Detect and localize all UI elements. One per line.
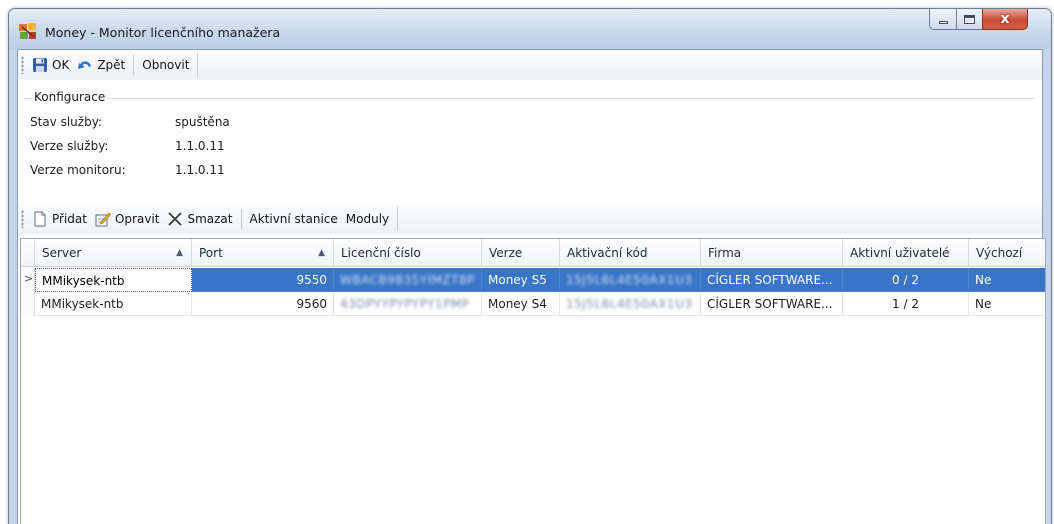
group-divider xyxy=(24,98,1034,99)
column-header-port[interactable]: Port ▲ xyxy=(192,239,334,267)
window-title: Money - Monitor licenčního manažera xyxy=(45,25,281,40)
cell-default[interactable]: Ne xyxy=(969,292,1045,316)
service-status-value: spuštěna xyxy=(175,115,230,129)
row-selector[interactable] xyxy=(21,292,35,316)
column-header-active-users[interactable]: Aktivní uživatelé xyxy=(843,239,969,267)
sort-asc-icon: ▲ xyxy=(176,248,183,258)
delete-label: Smazat xyxy=(187,212,233,226)
edit-icon xyxy=(95,212,111,227)
row-selector[interactable]: > xyxy=(21,268,35,292)
toolbar-end xyxy=(197,53,199,77)
toolbar-separator xyxy=(133,55,135,75)
grid-header: Server ▲ Port ▲ Licenční číslo Verze Akt… xyxy=(21,239,1045,267)
cell-activation[interactable]: 15J5L6L4E50AX1U3 xyxy=(560,268,701,292)
cell-company[interactable]: CÍGLER SOFTWARE... xyxy=(701,292,843,316)
active-stations-label: Aktivní stanice xyxy=(249,212,338,226)
refresh-label: Obnovit xyxy=(142,58,190,72)
table-row[interactable]: > MMikysek-ntb 9550 WBACB9835YIMZT8P Mon… xyxy=(21,268,1045,292)
cell-company[interactable]: CÍGLER SOFTWARE... xyxy=(701,268,843,292)
cell-version[interactable]: Money S4 xyxy=(482,292,560,316)
title-bar[interactable]: Money - Monitor licenčního manažera x xyxy=(9,9,1051,49)
delete-button[interactable]: Smazat xyxy=(163,208,236,230)
edit-label: Opravit xyxy=(114,212,160,226)
add-button[interactable]: Přidat xyxy=(28,208,91,230)
cell-version[interactable]: Money S5 xyxy=(482,268,560,292)
license-grid[interactable]: Server ▲ Port ▲ Licenční číslo Verze Akt… xyxy=(20,238,1046,524)
maximize-button[interactable] xyxy=(956,9,983,30)
maximize-icon xyxy=(964,14,975,24)
client-area: OK Zpět Obnovit Konfigurace Stav služby:… xyxy=(17,49,1046,524)
cell-license[interactable]: 43DPYYPYPYPY1PMP xyxy=(334,292,482,316)
cell-port[interactable]: 9550 xyxy=(192,268,334,292)
refresh-button[interactable]: Obnovit xyxy=(138,54,193,76)
ok-label: OK xyxy=(52,58,70,72)
column-header-server[interactable]: Server ▲ xyxy=(35,239,192,267)
save-icon xyxy=(33,58,47,72)
minimize-button[interactable] xyxy=(929,9,957,30)
cell-port[interactable]: 9560 xyxy=(192,292,334,316)
cell-server[interactable]: MMikysek-ntb xyxy=(35,268,192,292)
modules-label: Moduly xyxy=(345,212,390,226)
back-label: Zpět xyxy=(97,58,126,72)
cell-active-users[interactable]: 0 / 2 xyxy=(843,268,969,292)
service-version-value: 1.1.0.11 xyxy=(175,139,225,153)
service-version-label: Verze služby: xyxy=(30,139,109,153)
edit-button[interactable]: Opravit xyxy=(91,208,164,230)
column-header-default[interactable]: Výchozí xyxy=(969,239,1045,267)
cell-default[interactable]: Ne xyxy=(969,268,1045,292)
modules-button[interactable]: Moduly xyxy=(342,208,393,230)
back-button[interactable]: Zpět xyxy=(73,54,129,76)
add-label: Přidat xyxy=(52,212,87,226)
column-header-activation[interactable]: Aktivační kód xyxy=(560,239,701,267)
minimize-icon xyxy=(938,20,948,24)
monitor-version-label: Verze monitoru: xyxy=(30,163,126,177)
grid-toolbar: Přidat Opravit Smazat Aktivní stanice Mo… xyxy=(18,204,1042,234)
close-icon: x xyxy=(1000,11,1010,27)
cell-server[interactable]: MMikysek-ntb xyxy=(35,292,192,316)
toolbar-separator xyxy=(240,209,242,229)
column-header-version[interactable]: Verze xyxy=(482,239,560,267)
monitor-version-value: 1.1.0.11 xyxy=(175,163,225,177)
sort-asc-icon: ▲ xyxy=(318,248,325,258)
service-status-label: Stav služby: xyxy=(30,115,102,129)
table-row[interactable]: MMikysek-ntb 9560 43DPYYPYPYPY1PMP Money… xyxy=(21,292,1045,316)
row-pointer-icon: > xyxy=(24,272,34,285)
undo-icon xyxy=(78,61,92,69)
cell-active-users[interactable]: 1 / 2 xyxy=(843,292,969,316)
column-header-company[interactable]: Firma xyxy=(701,239,843,267)
config-group-title: Konfigurace xyxy=(32,90,108,104)
main-toolbar: OK Zpět Obnovit xyxy=(18,50,1042,80)
toolbar-grip[interactable] xyxy=(21,56,24,74)
app-icon xyxy=(19,23,36,39)
column-header-license[interactable]: Licenční číslo xyxy=(334,239,482,267)
app-window: Money - Monitor licenčního manažera x OK xyxy=(8,8,1052,524)
row-selector-header[interactable] xyxy=(21,239,35,267)
ok-button[interactable]: OK xyxy=(28,54,73,76)
close-button[interactable]: x xyxy=(982,9,1028,30)
cell-activation[interactable]: 15J5L6L4E50AX1U3 xyxy=(560,292,701,316)
delete-icon xyxy=(168,212,183,226)
active-stations-button[interactable]: Aktivní stanice xyxy=(246,208,342,230)
cell-license[interactable]: WBACB9835YIMZT8P xyxy=(334,268,482,292)
toolbar-grip[interactable] xyxy=(21,210,24,228)
new-document-icon xyxy=(34,211,46,227)
toolbar-end xyxy=(397,207,399,231)
